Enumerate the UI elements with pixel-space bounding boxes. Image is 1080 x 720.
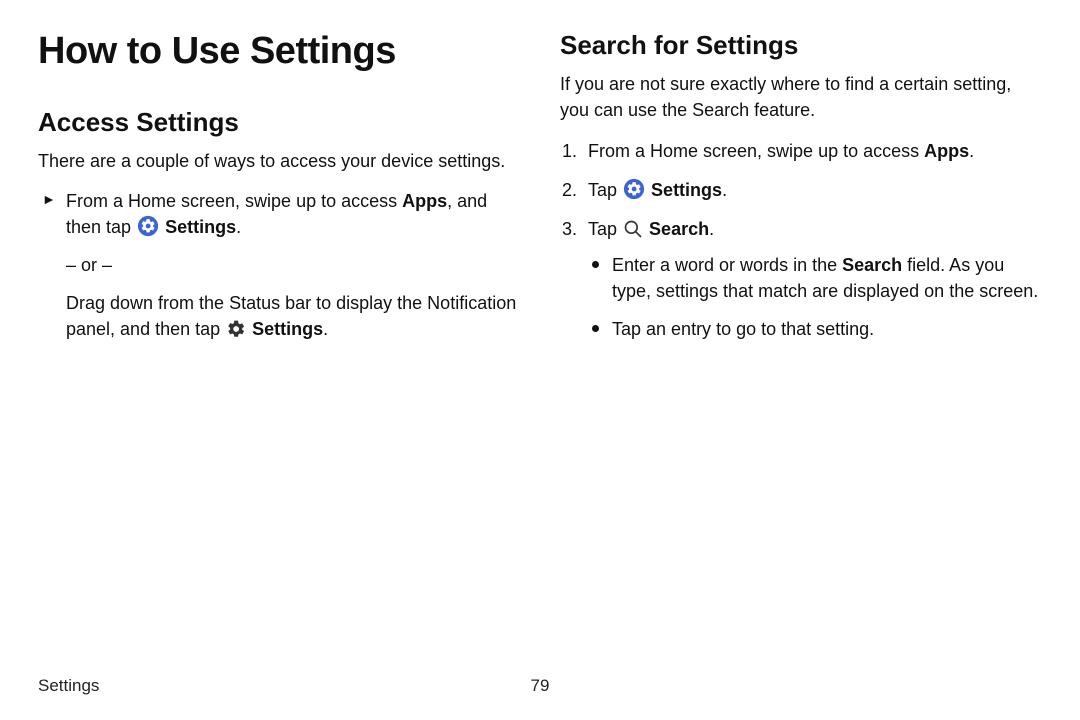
settings-gear-filled-icon [137, 215, 159, 237]
search-sub-2: Tap an entry to go to that setting. [588, 316, 1042, 342]
search-intro: If you are not sure exactly where to fin… [560, 71, 1042, 123]
page-footer: Settings 79 [38, 676, 1042, 696]
apps-label-2: Apps [924, 141, 969, 161]
search-step-3: Tap Search. Enter a word or words in the… [560, 215, 1042, 342]
search-label: Search [649, 219, 709, 239]
access-steps-list: From a Home screen, swipe up to access A… [38, 188, 520, 240]
footer-section-label: Settings [38, 676, 99, 696]
search-step-2: Tap Settings. [560, 176, 1042, 205]
settings-label-2: Settings [252, 319, 323, 339]
search-step-1: From a Home screen, swipe up to access A… [560, 137, 1042, 166]
access-alt-block: – or – Drag down from the Status bar to … [38, 252, 520, 342]
settings-label-1: Settings [165, 217, 236, 237]
apps-label: Apps [402, 191, 447, 211]
search-settings-heading: Search for Settings [560, 30, 1042, 61]
access-settings-heading: Access Settings [38, 107, 520, 138]
page-title: How to Use Settings [38, 30, 520, 73]
search-sub-1: Enter a word or words in the Search fiel… [588, 252, 1042, 304]
access-alt-step: Drag down from the Status bar to display… [66, 290, 520, 342]
search-field-label: Search [842, 255, 902, 275]
settings-label-3: Settings [651, 180, 722, 200]
search-steps-list: From a Home screen, swipe up to access A… [560, 137, 1042, 342]
left-column: How to Use Settings Access Settings Ther… [38, 30, 520, 357]
access-step-1: From a Home screen, swipe up to access A… [38, 188, 520, 240]
search-step-3-tap: Tap [588, 219, 622, 239]
search-icon [623, 219, 643, 239]
right-column: Search for Settings If you are not sure … [560, 30, 1042, 357]
settings-gear-filled-icon [623, 178, 645, 200]
footer-page-number: 79 [531, 676, 550, 696]
access-intro: There are a couple of ways to access you… [38, 148, 520, 174]
access-step-1-text-a: From a Home screen, swipe up to access [66, 191, 402, 211]
search-sub-1-a: Enter a word or words in the [612, 255, 842, 275]
search-step-2-tap: Tap [588, 180, 622, 200]
or-separator: – or – [66, 252, 520, 278]
search-step-1-text: From a Home screen, swipe up to access [588, 141, 924, 161]
settings-gear-outline-icon [226, 319, 246, 339]
search-substeps: Enter a word or words in the Search fiel… [588, 252, 1042, 342]
